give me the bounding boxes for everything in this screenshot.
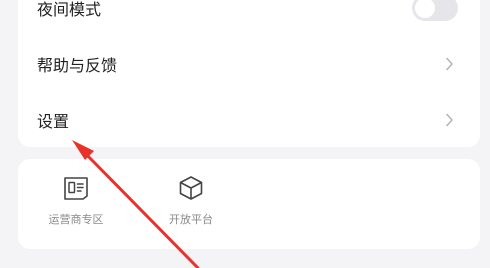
open-platform-tile[interactable]: 开放平台: [146, 175, 236, 227]
night-mode-toggle[interactable]: [412, 0, 458, 21]
screen: 夜间模式 帮助与反馈 设置 运营商专区 开放平台: [0, 0, 490, 268]
night-mode-row[interactable]: 夜间模式: [18, 0, 480, 36]
tools-card: 运营商专区 开放平台: [18, 159, 480, 249]
settings-label: 设置: [37, 112, 70, 131]
cube-icon: [179, 176, 203, 200]
night-mode-label: 夜间模式: [37, 0, 102, 19]
chevron-right-icon: [446, 113, 453, 127]
help-feedback-row[interactable]: 帮助与反馈: [18, 36, 480, 92]
open-platform-label: 开放平台: [169, 213, 213, 226]
carrier-card-icon: [64, 177, 88, 200]
chevron-right-icon: [446, 57, 453, 71]
carrier-zone-tile[interactable]: 运营商专区: [31, 175, 121, 227]
carrier-zone-label: 运营商专区: [48, 213, 104, 226]
settings-row[interactable]: 设置: [18, 92, 480, 148]
settings-card: 夜间模式 帮助与反馈 设置: [18, 0, 480, 147]
toggle-knob: [415, 0, 435, 18]
help-feedback-label: 帮助与反馈: [37, 56, 118, 75]
